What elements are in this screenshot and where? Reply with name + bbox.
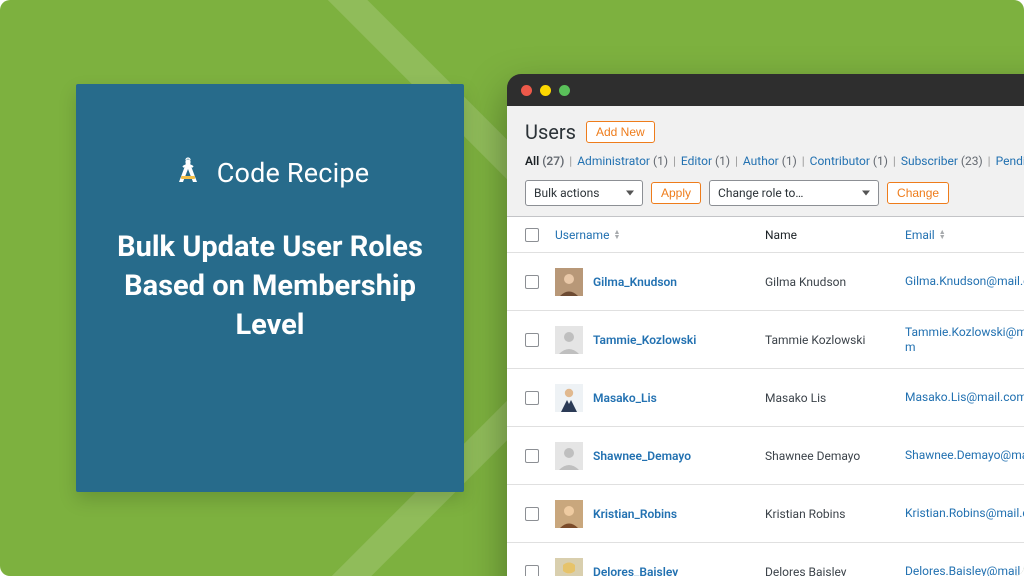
close-dot-icon[interactable] (521, 85, 532, 96)
avatar (555, 268, 583, 296)
change-role-select[interactable]: Change role to… (709, 180, 879, 206)
maximize-dot-icon[interactable] (559, 85, 570, 96)
table-row: Shawnee_Demayo Shawnee DemayoShawnee.Dema… (507, 427, 1024, 485)
display-name: Tammie Kozlowski (765, 333, 905, 347)
row-checkbox[interactable] (525, 507, 539, 521)
avatar (555, 384, 583, 412)
avatar (555, 558, 583, 576)
bulk-actions-label: Bulk actions (534, 186, 599, 200)
table-header-row: Username ▲▼ Name Email ▲▼ Role (507, 217, 1024, 253)
minimize-dot-icon[interactable] (540, 85, 551, 96)
add-new-button[interactable]: Add New (586, 121, 655, 143)
separator: | (799, 154, 808, 168)
brand-name: Code Recipe (217, 157, 370, 189)
wp-heading: Users Add New (525, 120, 1024, 144)
col-email[interactable]: Email ▲▼ (905, 228, 1024, 242)
select-all-checkbox[interactable] (525, 228, 539, 242)
filter-author[interactable]: Author (1) (743, 154, 797, 168)
email-link[interactable]: Gilma.Knudson@mail.com (905, 274, 1024, 288)
window-titlebar (507, 74, 1024, 106)
filter-count: (1) (653, 154, 668, 168)
users-table: Username ▲▼ Name Email ▲▼ Role Gilma_Knu… (507, 216, 1024, 576)
separator: | (732, 154, 741, 168)
brand-block: Code Recipe (110, 154, 430, 192)
filter-subscriber[interactable]: Subscriber (23) (901, 154, 983, 168)
row-checkbox[interactable] (525, 565, 539, 576)
avatar (555, 326, 583, 354)
username-link[interactable]: Masako_Lis (593, 391, 657, 405)
table-row: Tammie_Kozlowski Tammie KozlowskiTammie.K… (507, 311, 1024, 369)
browser-window: Users Add New All (27) | Administrator (… (507, 74, 1024, 576)
apply-button[interactable]: Apply (651, 182, 701, 204)
username-link[interactable]: Delores_Baisley (593, 565, 678, 576)
username-link[interactable]: Shawnee_Demayo (593, 449, 691, 463)
filter-editor[interactable]: Editor (1) (681, 154, 730, 168)
avatar (555, 442, 583, 470)
row-checkbox[interactable] (525, 391, 539, 405)
col-name[interactable]: Name (765, 228, 905, 242)
promo-card: Code Recipe Bulk Update User Roles Based… (76, 84, 464, 492)
change-role-label: Change role to… (718, 186, 803, 200)
bulk-actions-row: Bulk actions Apply Change role to… Chang… (525, 180, 1024, 206)
username-link[interactable]: Tammie_Kozlowski (593, 333, 696, 347)
row-checkbox[interactable] (525, 275, 539, 289)
display-name: Kristian Robins (765, 507, 905, 521)
sort-icon: ▲▼ (613, 230, 620, 240)
bulk-actions-select[interactable]: Bulk actions (525, 180, 643, 206)
filter-count: (27) (542, 154, 564, 168)
table-row: Delores_Baisley Delores BaisleyDelores.Ba… (507, 543, 1024, 576)
display-name: Gilma Knudson (765, 275, 905, 289)
filter-count: (23) (961, 154, 983, 168)
username-link[interactable]: Kristian_Robins (593, 507, 677, 521)
filter-contributor[interactable]: Contributor (1) (810, 154, 888, 168)
separator: | (566, 154, 575, 168)
avatar (555, 500, 583, 528)
separator: | (670, 154, 679, 168)
email-link[interactable]: Delores.Baisley@mail.com (905, 564, 1024, 576)
username-link[interactable]: Gilma_Knudson (593, 275, 677, 289)
sort-icon: ▲▼ (939, 230, 946, 240)
display-name: Delores Baisley (765, 565, 905, 576)
display-name: Masako Lis (765, 391, 905, 405)
row-checkbox[interactable] (525, 333, 539, 347)
wp-users-panel: Users Add New All (27) | Administrator (… (507, 106, 1024, 576)
filter-count: (1) (715, 154, 730, 168)
col-name-label: Name (765, 228, 797, 242)
table-row: Kristian_Robins Kristian RobinsKristian.R… (507, 485, 1024, 543)
headline: Bulk Update User Roles Based on Membersh… (110, 228, 430, 345)
canvas: Code Recipe Bulk Update User Roles Based… (0, 0, 1024, 576)
table-row: Gilma_Knudson Gilma KnudsonGilma.Knudson@… (507, 253, 1024, 311)
filter-count: (1) (782, 154, 797, 168)
filter-pending[interactable]: Pending (0) (996, 154, 1024, 168)
role-filter-bar: All (27) | Administrator (1) | Editor (1… (525, 154, 1024, 168)
filter-administrator[interactable]: Administrator (1) (577, 154, 668, 168)
col-username-label: Username (555, 228, 609, 242)
col-username[interactable]: Username ▲▼ (555, 228, 765, 242)
separator: | (985, 154, 994, 168)
col-email-label: Email (905, 228, 935, 242)
change-button[interactable]: Change (887, 182, 949, 204)
display-name: Shawnee Demayo (765, 449, 905, 463)
email-link[interactable]: Shawnee.Demayo@mail.com (905, 448, 1024, 462)
email-link[interactable]: Kristian.Robins@mail.com (905, 506, 1024, 520)
row-checkbox[interactable] (525, 449, 539, 463)
brand-logo-icon (171, 154, 205, 192)
table-row: Masako_LisMasako LisMasako.Lis@mail.comS… (507, 369, 1024, 427)
email-link[interactable]: Tammie.Kozlowski@mail.com (905, 325, 1024, 354)
filter-count: (1) (873, 154, 888, 168)
filter-all[interactable]: All (27) (525, 154, 564, 168)
separator: | (890, 154, 899, 168)
page-title: Users (525, 120, 576, 144)
email-link[interactable]: Masako.Lis@mail.com (905, 390, 1024, 404)
